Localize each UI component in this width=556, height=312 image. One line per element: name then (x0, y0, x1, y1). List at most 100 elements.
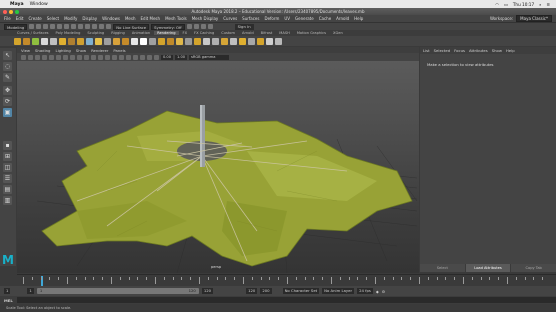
playback-start-field[interactable]: 1 (27, 288, 34, 294)
playback-end-field[interactable]: 120 (201, 288, 214, 294)
close-window-button[interactable] (3, 9, 7, 14)
shelf-tab-xgen[interactable]: XGen (330, 31, 346, 35)
snap-surface-icon[interactable] (106, 24, 112, 29)
snap-grid-icon[interactable] (85, 24, 91, 29)
menuset-dropdown[interactable]: Modeling (4, 23, 28, 30)
menu-select[interactable]: Select (47, 16, 59, 21)
snap-curve-icon[interactable] (92, 24, 98, 29)
shelf-tool-icon[interactable] (257, 37, 264, 45)
clock[interactable]: Thu 10:17 (513, 2, 534, 7)
shelf-tool-icon[interactable] (176, 37, 183, 45)
resolution-gate-icon[interactable] (63, 54, 68, 60)
shelf-tab-rendering[interactable]: Rendering (154, 31, 179, 35)
two-view-icon[interactable]: ◫ (3, 163, 12, 172)
shelf-tool-icon[interactable] (212, 37, 219, 45)
menu-help[interactable]: Help (354, 16, 363, 21)
select-object-icon[interactable] (71, 24, 77, 29)
textured-icon[interactable] (105, 54, 110, 60)
rotate-tool-icon[interactable]: ⟳ (3, 97, 12, 106)
menu-uv[interactable]: UV (284, 16, 290, 21)
safe-action-icon[interactable] (84, 54, 89, 60)
colorspace-dropdown[interactable]: sRGB gamma (189, 54, 230, 60)
four-view-icon[interactable]: ⊞ (3, 152, 12, 161)
exposure-field[interactable]: 0.00 (161, 54, 174, 60)
shelf-tool-icon[interactable] (68, 37, 75, 45)
attr-menu-selected[interactable]: Selected (434, 48, 450, 53)
redo-icon[interactable] (57, 24, 63, 29)
shelf-tool-icon[interactable] (77, 37, 84, 45)
hypershade-view-icon[interactable]: ▥ (3, 196, 12, 205)
grid-icon[interactable] (49, 54, 54, 60)
shelf-tool-icon[interactable] (32, 37, 39, 45)
shelf-tool-icon[interactable] (266, 37, 273, 45)
shelf-tab-motion-graphics[interactable]: Motion Graphics (294, 31, 329, 35)
shelf-tool-icon[interactable] (140, 37, 147, 45)
viewport-menu-view[interactable]: View (21, 48, 30, 53)
menu-edit-mesh[interactable]: Edit Mesh (141, 16, 161, 21)
save-scene-icon[interactable] (43, 24, 49, 29)
paint-select-icon[interactable]: ✎ (3, 73, 12, 82)
render-icon[interactable] (186, 24, 192, 29)
menu-cache[interactable]: Cache (319, 16, 331, 21)
shelf-tab-fx[interactable]: FX (180, 31, 191, 35)
mac-app-menu[interactable]: Maya (10, 2, 24, 7)
move-tool-icon[interactable]: ✥ (3, 86, 12, 95)
shelf-tab-poly-modeling[interactable]: Poly Modeling (53, 31, 84, 35)
hypershade-icon[interactable] (207, 24, 213, 29)
zoom-window-button[interactable] (15, 9, 19, 14)
gate-mask-icon[interactable] (70, 54, 75, 60)
live-surface-field[interactable]: No Live Surface (113, 23, 150, 30)
film-gate-icon[interactable] (56, 54, 61, 60)
lights-icon[interactable] (112, 54, 117, 60)
outliner-view-icon[interactable]: ☰ (3, 174, 12, 183)
isolate-select-icon[interactable] (147, 54, 152, 60)
shelf-tool-icon[interactable] (113, 37, 120, 45)
scale-tool-icon[interactable]: ▣ (3, 108, 12, 117)
menu-curves[interactable]: Curves (223, 16, 237, 21)
viewport-menu-show[interactable]: Show (76, 48, 86, 53)
command-input[interactable] (16, 297, 556, 303)
menu-create[interactable]: Create (28, 16, 41, 21)
search-icon[interactable]: ⌕ (539, 2, 541, 7)
attr-menu-show[interactable]: Show (492, 48, 502, 53)
anim-layer-dropdown[interactable]: No Anim Layer (322, 288, 355, 294)
symmetry-dropdown[interactable]: Symmetry: Off (151, 23, 185, 30)
shelf-tool-icon[interactable] (131, 37, 138, 45)
gamma-field[interactable]: 1.00 (175, 54, 188, 60)
character-set-dropdown[interactable]: No Character Set (282, 288, 320, 294)
shelf-tool-icon[interactable] (104, 37, 111, 45)
shelf-tool-icon[interactable] (248, 37, 255, 45)
attr-menu-attributes[interactable]: Attributes (469, 48, 488, 53)
shelf-tab-sculpting[interactable]: Sculpting (84, 31, 107, 35)
shadows-icon[interactable] (119, 54, 124, 60)
shelf-tool-icon[interactable] (221, 37, 228, 45)
bookmarks-icon[interactable] (35, 54, 40, 60)
snap-point-icon[interactable] (99, 24, 105, 29)
shelf-tab-animation[interactable]: Animation (129, 31, 153, 35)
shelf-tool-icon[interactable] (239, 37, 246, 45)
camera-attributes-icon[interactable] (28, 54, 33, 60)
single-view-icon[interactable]: ▪ (3, 141, 12, 150)
shelf-tool-icon[interactable] (50, 37, 57, 45)
image-plane-icon[interactable] (42, 54, 47, 60)
shelf-tab-arnold[interactable]: Arnold (239, 31, 257, 35)
viewport-menu-lighting[interactable]: Lighting (55, 48, 70, 53)
shelf-tool-icon[interactable] (158, 37, 165, 45)
mel-label[interactable]: MEL (4, 298, 13, 303)
sign-in-button[interactable]: Sign In (234, 23, 254, 30)
fps-dropdown[interactable]: 24 fps (357, 288, 373, 294)
shelf-tool-icon[interactable] (95, 37, 102, 45)
ambient-occlusion-icon[interactable] (126, 54, 131, 60)
shelf-tool-icon[interactable] (194, 37, 201, 45)
attr-menu-focus[interactable]: Focus (454, 48, 465, 53)
menu-deform[interactable]: Deform (264, 16, 279, 21)
mac-window-menu[interactable]: Window (30, 2, 48, 7)
menu-mesh-display[interactable]: Mesh Display (192, 16, 219, 21)
graph-view-icon[interactable]: ▤ (3, 185, 12, 194)
shelf-tab-curves-surfaces[interactable]: Curves / Surfaces (14, 31, 52, 35)
menu-mesh[interactable]: Mesh (125, 16, 136, 21)
shelf-tool-icon[interactable] (59, 37, 66, 45)
shelf-tool-icon[interactable] (23, 37, 30, 45)
auto-key-icon[interactable]: ◆ (376, 289, 379, 294)
shelf-tool-icon[interactable] (275, 37, 282, 45)
